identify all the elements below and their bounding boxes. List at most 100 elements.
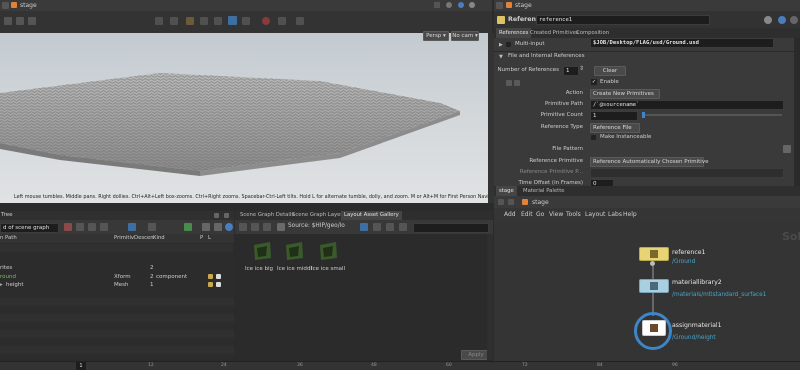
display-option-icon[interactable]	[155, 17, 163, 25]
close-icon[interactable]	[214, 213, 219, 218]
col-p[interactable]: P	[200, 235, 203, 241]
menu-icon[interactable]	[224, 213, 229, 218]
small-icon-view[interactable]	[386, 223, 394, 231]
instanceable-checkbox[interactable]	[591, 135, 596, 140]
help-icon[interactable]	[778, 16, 786, 24]
tab-stage[interactable]: stage	[496, 186, 517, 196]
eye-icon[interactable]	[216, 274, 221, 279]
asset-item[interactable]: Ice ice small	[311, 240, 345, 280]
prim-count-field[interactable]: 1	[590, 111, 638, 121]
col-kind[interactable]: Kind	[153, 235, 165, 241]
num-refs-field[interactable]: 1	[563, 66, 579, 76]
collapse-arrow-icon[interactable]: ▶	[499, 42, 503, 48]
tree-filter[interactable]: d of scene graph	[0, 223, 59, 233]
flipbook-icon[interactable]	[170, 17, 178, 25]
ref-type-menu[interactable]: Reference File	[590, 123, 640, 133]
snap-icon[interactable]	[278, 17, 286, 25]
pin-icon[interactable]	[184, 223, 192, 231]
path-dropdown-icon[interactable]	[434, 2, 440, 8]
gallery-scrollbar[interactable]	[487, 234, 493, 360]
filter-icon[interactable]	[64, 223, 72, 231]
add-ref-icon[interactable]	[514, 80, 520, 86]
collapse-icon[interactable]	[88, 223, 96, 231]
gear-icon[interactable]	[764, 16, 772, 24]
menu-edit[interactable]: Edit	[521, 211, 533, 218]
enable-checkbox[interactable]: ✓	[591, 79, 597, 85]
action-menu[interactable]: Create New Primitives	[590, 89, 660, 99]
remove-ref-icon[interactable]	[506, 80, 512, 86]
network-canvas[interactable]: Solar reference1 /Ground materiallibrary…	[494, 222, 800, 369]
tree-row[interactable]: round Xform 2 component	[0, 273, 233, 281]
persp-menu[interactable]: Persp ▾	[423, 31, 449, 41]
menu-layout[interactable]: Layout	[585, 211, 605, 218]
settings-icon[interactable]	[202, 223, 210, 231]
col-descendants[interactable]: Descen	[134, 235, 154, 241]
viewport[interactable]: Persp ▾ No cam ▾ Left mouse tumbles. Mid…	[0, 31, 506, 203]
move-tool-icon[interactable]	[16, 17, 24, 25]
pin-icon[interactable]	[446, 2, 452, 8]
multi-input-checkbox[interactable]	[506, 42, 511, 47]
forward-icon[interactable]	[508, 199, 514, 205]
visibility-icon[interactable]	[208, 282, 213, 287]
tree-row[interactable]: ▸ height Mesh 1	[0, 281, 233, 289]
tab-scene-graph-layers[interactable]: Scene Graph Layers	[289, 211, 348, 220]
clear-button[interactable]: Clear	[594, 66, 626, 76]
camera-icon[interactable]	[200, 17, 208, 25]
col-l[interactable]: L	[208, 235, 211, 241]
params-scrollbar[interactable]	[794, 38, 800, 186]
record-icon[interactable]	[262, 17, 270, 25]
tab-composition[interactable]: Composition	[573, 28, 612, 38]
large-icon-view[interactable]	[399, 223, 407, 231]
menu-add[interactable]: Add	[504, 211, 516, 218]
folder-icon[interactable]	[263, 223, 271, 231]
ref-prim-path-field[interactable]	[590, 168, 784, 178]
menu-labs[interactable]: Labs	[608, 211, 622, 218]
gear-icon[interactable]	[469, 2, 475, 8]
visibility-icon[interactable]	[208, 274, 213, 279]
rotate-tool-icon[interactable]	[28, 17, 36, 25]
add-asset-icon[interactable]	[239, 223, 247, 231]
refresh-icon[interactable]	[214, 223, 222, 231]
prim-count-slider[interactable]	[642, 112, 782, 118]
ref-prim-menu[interactable]: Reference Automatically Chosen Primitive	[590, 157, 708, 167]
prim-path-field[interactable]: /`@sourcename`	[590, 100, 784, 110]
file-pattern-field[interactable]: $JOB/Desktop/FLAG/usd/Ground.usd	[590, 38, 774, 48]
shading-icon[interactable]	[214, 17, 222, 25]
camera-menu[interactable]: No cam ▾	[451, 31, 479, 41]
reference1-node[interactable]	[639, 247, 669, 261]
tab-layout-asset-gallery[interactable]: Layout Asset Gallery	[341, 211, 402, 220]
remove-asset-icon[interactable]	[251, 223, 259, 231]
source-icon[interactable]	[277, 223, 285, 231]
tab-material-palette[interactable]: Material Palette	[520, 186, 568, 196]
back-icon[interactable]	[498, 199, 504, 205]
menu-view[interactable]: View	[549, 211, 563, 218]
materiallibrary2-node[interactable]	[639, 279, 669, 293]
help-icon[interactable]	[458, 2, 464, 8]
view-toggle-icon[interactable]	[128, 223, 136, 231]
options-icon[interactable]	[148, 223, 156, 231]
asset-item[interactable]: Ice ice big	[245, 240, 279, 280]
tree-row[interactable]	[0, 244, 233, 252]
eye-icon[interactable]	[216, 282, 221, 287]
assignmaterial1-node[interactable]	[642, 320, 666, 336]
col-path[interactable]: n Path	[0, 235, 17, 241]
menu-tools[interactable]: Tools	[566, 211, 581, 218]
expand-arrow-icon[interactable]: ▸	[0, 281, 3, 289]
stepper-icon[interactable]: ⇕	[579, 65, 584, 72]
network-arrow-icon[interactable]	[2, 2, 9, 9]
expand-icon[interactable]	[76, 223, 84, 231]
select-tool-icon[interactable]	[4, 17, 12, 25]
list-view-icon[interactable]	[373, 223, 381, 231]
file-browse-icon[interactable]	[783, 145, 791, 153]
col-primitive[interactable]: Primitiv	[114, 235, 134, 241]
asset-item[interactable]: Ice ice middl	[277, 240, 312, 280]
gallery-search[interactable]	[413, 223, 489, 233]
guide-icon[interactable]	[242, 17, 250, 25]
info-icon[interactable]	[790, 16, 798, 24]
sync-icon[interactable]	[100, 223, 108, 231]
network-arrow-icon[interactable]	[496, 2, 503, 9]
expand-arrow-icon[interactable]: ▼	[499, 54, 503, 60]
menu-help[interactable]: Help	[623, 211, 637, 218]
light-icon[interactable]	[186, 17, 194, 25]
render-icon[interactable]	[296, 17, 304, 25]
